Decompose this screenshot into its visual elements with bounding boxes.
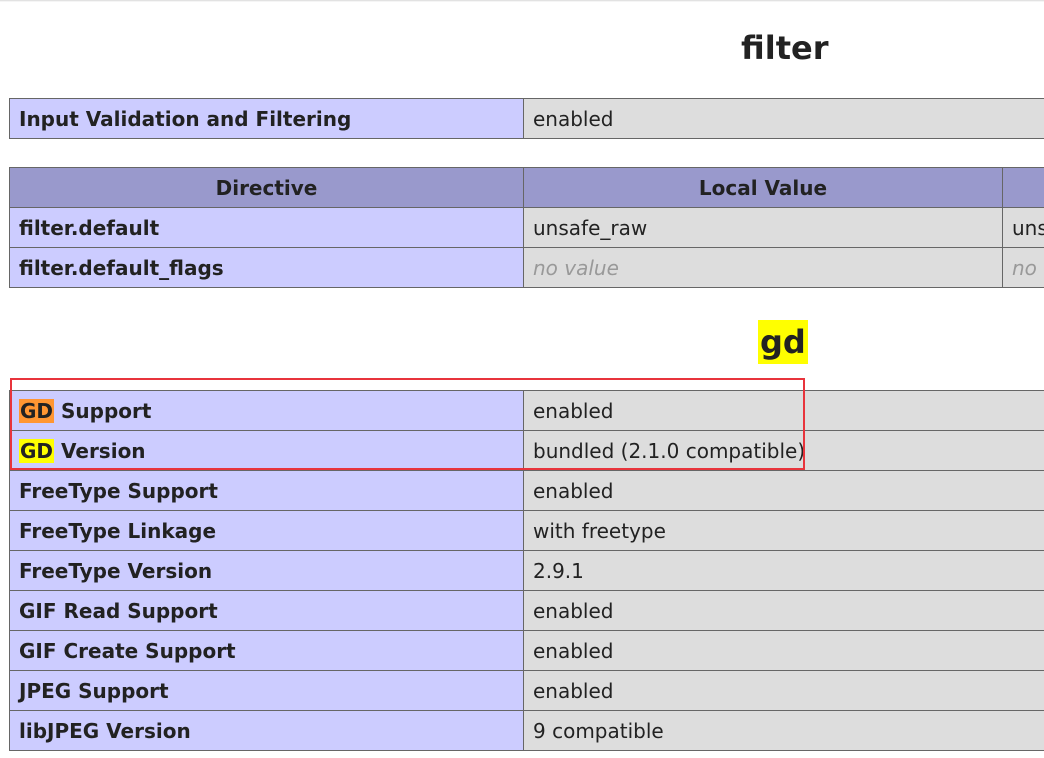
search-highlight-current: GD [19,398,55,423]
table-row: FreeType Version 2.9.1 [9,550,1044,591]
table-row: filter.default_flags no value no [9,247,1044,288]
column-header-local-value: Local Value [523,167,1003,208]
directive-master-value: no [1002,247,1044,288]
filter-section-title: filter [741,29,829,67]
directive-local-value: unsafe_raw [523,207,1003,248]
table-header-row: Directive Local Value [9,167,1044,208]
row-value: enabled [523,470,1044,511]
column-header-directive: Directive [9,167,524,208]
table-row: libJPEG Version 9 compatible [9,710,1044,751]
row-label-text: Version [54,438,146,463]
table-row: FreeType Linkage with freetype [9,510,1044,551]
table-row: GIF Read Support enabled [9,590,1044,631]
table-row: GD Version bundled (2.1.0 compatible) [9,430,1044,471]
directive-local-value: no value [523,247,1003,288]
table-row: Input Validation and Filtering enabled [9,98,1044,139]
row-label: GIF Read Support [9,590,524,631]
row-label: FreeType Version [9,550,524,591]
directive-master-value: uns [1002,207,1044,248]
row-value: enabled [523,590,1044,631]
row-label: GIF Create Support [9,630,524,671]
table-row: FreeType Support enabled [9,470,1044,511]
table-row: GD Support enabled [9,390,1044,431]
filter-summary-table: Input Validation and Filtering enabled [9,98,1044,139]
row-value: 9 compatible [523,710,1044,751]
table-row: GIF Create Support enabled [9,630,1044,671]
row-value: with freetype [523,510,1044,551]
row-label: Input Validation and Filtering [9,98,524,139]
row-label: GD Support [9,390,524,431]
row-value: enabled [523,670,1044,711]
row-value: bundled (2.1.0 compatible) [523,430,1044,471]
row-label: JPEG Support [9,670,524,711]
row-value: enabled [523,630,1044,671]
directive-name: filter.default [9,207,524,248]
row-label: FreeType Support [9,470,524,511]
table-row: filter.default unsafe_raw uns [9,207,1044,248]
column-header-master-value [1002,167,1044,208]
directive-name: filter.default_flags [9,247,524,288]
table-row: JPEG Support enabled [9,670,1044,711]
top-edge-shadow [0,0,1044,2]
gd-section-title: gd [758,320,808,364]
row-value: enabled [523,390,1044,431]
row-value: 2.9.1 [523,550,1044,591]
row-label: FreeType Linkage [9,510,524,551]
gd-info-table: GD Support enabled GD Version bundled (2… [9,390,1044,751]
search-highlight: gd [758,320,808,364]
search-highlight: GD [19,438,55,463]
row-value: enabled [523,98,1044,139]
row-label: libJPEG Version [9,710,524,751]
row-label: GD Version [9,430,524,471]
row-label-text: Support [54,398,152,423]
filter-directives-table: Directive Local Value filter.default uns… [9,167,1044,288]
